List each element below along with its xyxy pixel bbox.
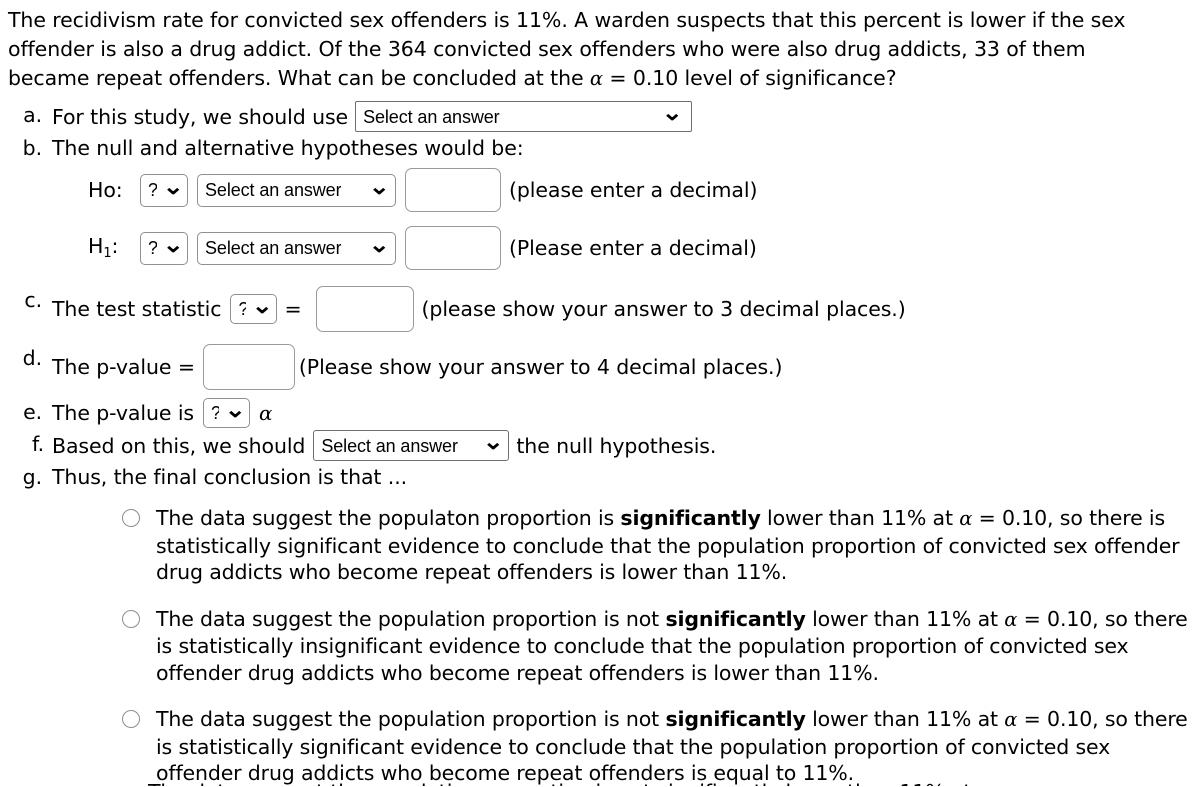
option-2-post: lower than 11% at (805, 606, 1005, 631)
question-parts-list: a. For this study, we should use Select … (8, 101, 1190, 491)
part-b-label: The null and alternative hypotheses woul… (52, 136, 524, 160)
test-statistic-type-select[interactable]: ? ⌄ (230, 292, 278, 324)
hypotheses-block: Ho: ? ⌄ Select an answer ⌄ (please enter… (52, 168, 1190, 270)
option-1-post: lower than 11% at (760, 506, 960, 530)
null-parameter-select-value: Select an answer (205, 181, 342, 199)
part-f-label: Based on this, we should (52, 433, 306, 458)
part-a-label: For this study, we should use (52, 104, 349, 129)
question-prompt: The recidivism rate for convicted sex of… (8, 6, 1138, 93)
null-parameter-select[interactable]: Select an answer ⌄ (197, 173, 396, 207)
chevron-down-icon: ⌄ (368, 231, 390, 257)
conclusion-option-4-text: The data suggest the population proporti… (0, 781, 1200, 786)
part-g: g. Thus, the final conclusion is that ..… (8, 463, 1190, 491)
decision-select[interactable]: Select an answer ⌄ (313, 429, 510, 461)
test-statistic-hint: (please show your answer to 3 decimal pl… (421, 297, 906, 321)
option-3-pre: The data suggest the population proporti… (156, 707, 666, 731)
chevron-down-icon: ⌄ (251, 292, 273, 318)
test-statistic-type-value: ? (238, 300, 246, 318)
chevron-down-icon: ⌄ (368, 173, 390, 199)
alpha-symbol: α (1004, 708, 1018, 731)
alt-h-colon: : (111, 234, 119, 258)
part-f-label-after: the null hypothesis. (516, 433, 717, 458)
conclusion-option-3[interactable]: The data suggest the population proporti… (8, 706, 1190, 787)
p-value-comparison-value: ? (211, 404, 219, 422)
part-e-marker: e. (23, 400, 42, 424)
chevron-down-icon: ⌄ (482, 429, 504, 454)
null-symbol-select-value: ? (148, 181, 157, 199)
null-value-hint: (please enter a decimal) (509, 178, 758, 202)
alternative-symbol-select[interactable]: ? ⌄ (140, 231, 188, 265)
part-e: e. The p-value is ? ⌄ α (8, 398, 1190, 428)
part-e-label: The p-value is (52, 401, 194, 425)
option-2-pre: The data suggest the population proporti… (156, 606, 666, 631)
part-f-marker: f. (31, 432, 44, 456)
option-2-bold: significantly (665, 606, 806, 631)
alternative-value-input[interactable] (405, 226, 501, 270)
alpha-symbol: α (259, 401, 273, 425)
conclusion-option-4-clipped[interactable]: The data suggest the population proporti… (0, 781, 1200, 786)
alternative-value-hint: (Please enter a decimal) (509, 236, 757, 260)
null-hypothesis-label: Ho: (88, 178, 123, 202)
part-d-marker: d. (22, 346, 42, 370)
prompt-tail: = 0.10 level of significance? (602, 66, 897, 90)
test-statistic-input[interactable] (315, 286, 414, 332)
part-g-label: Thus, the final conclusion is that ... (52, 465, 408, 489)
conclusion-option-1[interactable]: The data suggest the populaton proportio… (8, 505, 1190, 586)
part-g-marker: g. (22, 465, 42, 489)
alternative-hypothesis-label: H1: (88, 232, 140, 264)
part-c-marker: c. (24, 288, 42, 312)
option-1-pre: The data suggest the populaton proportio… (156, 506, 621, 530)
part-a-marker: a. (23, 103, 42, 127)
radio-button-option-3[interactable] (122, 710, 140, 728)
alternative-hypothesis-row: H1: ? ⌄ Select an answer ⌄ (Please enter… (88, 226, 1190, 270)
part-b-marker: b. (22, 136, 42, 160)
radio-button-option-2[interactable] (122, 609, 140, 628)
alpha-symbol: α (959, 507, 973, 530)
alpha-symbol: α (589, 67, 603, 90)
conclusion-option-3-text: The data suggest the population proporti… (156, 706, 1190, 787)
part-b: b. The null and alternative hypotheses w… (8, 134, 1190, 270)
part-f: f. Based on this, we should Select an an… (8, 430, 1190, 461)
p-value-comparison-select[interactable]: ? ⌄ (203, 398, 250, 428)
conclusion-choices: The data suggest the populaton proportio… (8, 505, 1190, 787)
study-type-select[interactable]: Select an answer ⌄ (355, 100, 693, 132)
null-value-input[interactable] (405, 168, 501, 212)
chevron-down-icon: ⌄ (162, 231, 184, 257)
alt-h-subscript: 1 (103, 246, 112, 261)
null-hypothesis-row: Ho: ? ⌄ Select an answer ⌄ (please enter… (88, 168, 1190, 212)
part-c-label: The test statistic (52, 297, 222, 321)
option-3-bold: significantly (665, 707, 806, 731)
option-3-post: lower than 11% at (805, 707, 1005, 731)
test-statistic-equals: = (284, 297, 302, 321)
alternative-parameter-select-value: Select an answer (205, 239, 342, 257)
alternative-parameter-select[interactable]: Select an answer ⌄ (197, 231, 396, 265)
conclusion-option-2-text: The data suggest the population proporti… (156, 606, 1190, 687)
alternative-symbol-select-value: ? (148, 239, 157, 257)
conclusion-option-2[interactable]: The data suggest the population proporti… (8, 606, 1190, 687)
chevron-down-icon: ⌄ (224, 396, 246, 422)
study-type-select-value: Select an answer (363, 107, 500, 126)
null-symbol-select[interactable]: ? ⌄ (140, 173, 188, 207)
part-d: d. The p-value = (Please show your answe… (8, 344, 1190, 390)
conclusion-option-1-text: The data suggest the populaton proportio… (156, 505, 1190, 586)
prompt-text: The recidivism rate for convicted sex of… (8, 8, 1126, 90)
chevron-down-icon: ⌄ (162, 173, 184, 199)
chevron-down-icon: ⌄ (661, 100, 683, 125)
question-page: The recidivism rate for convicted sex of… (0, 0, 1200, 786)
p-value-hint: (Please show your answer to 4 decimal pl… (298, 355, 783, 379)
p-value-input[interactable] (202, 344, 295, 390)
part-c: c. The test statistic ? ⌄ = (please show… (8, 286, 1190, 332)
part-a: a. For this study, we should use Select … (8, 101, 1190, 132)
alt-h-letter: H (88, 234, 104, 258)
radio-button-option-1[interactable] (122, 509, 140, 527)
decision-select-value: Select an answer (321, 436, 458, 455)
option-1-bold: significantly (620, 506, 761, 530)
part-d-label: The p-value = (52, 355, 195, 379)
alpha-symbol: α (1004, 607, 1018, 631)
